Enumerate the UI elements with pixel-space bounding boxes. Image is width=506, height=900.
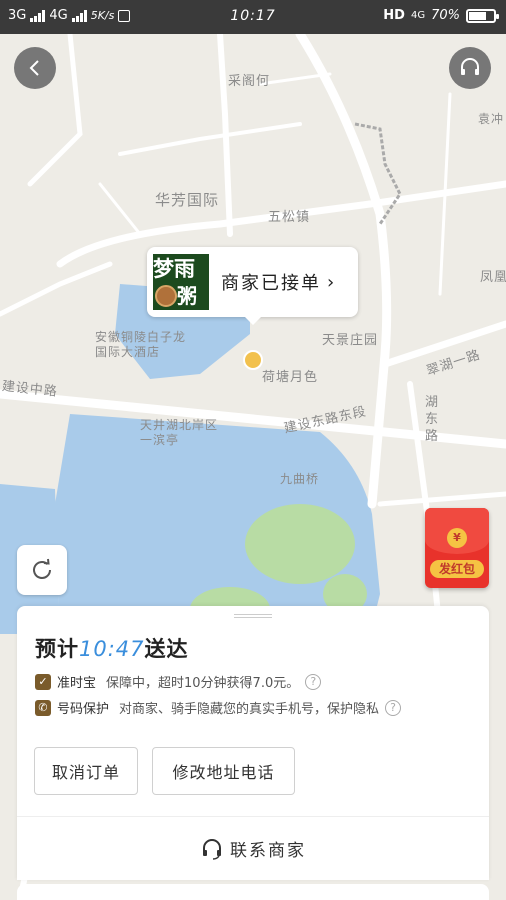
send-red-packet-button[interactable]: ¥ 发红包 bbox=[425, 508, 489, 588]
red-packet-label: 发红包 bbox=[430, 560, 484, 578]
map-label: 安徽铜陵白子龙国际大酒店 bbox=[95, 330, 187, 359]
map-label: 五松镇 bbox=[268, 210, 311, 225]
refresh-button[interactable] bbox=[17, 545, 67, 595]
map-label: 荷塘月色 bbox=[262, 370, 319, 385]
net-4g-label: 4G bbox=[410, 10, 426, 21]
order-status-card: 预计10:47送达 ✓ 准时宝 保障中，超时10分钟获得7.0元。 ? ✆ 号码… bbox=[17, 606, 489, 880]
guarantee-desc: 保障中，超时10分钟获得7.0元。 bbox=[106, 676, 300, 691]
guarantee-title: 准时宝 bbox=[57, 676, 97, 691]
eta-time: 10:47 bbox=[79, 637, 145, 661]
privacy-desc: 对商家、骑手隐藏您的真实手机号，保护隐私 bbox=[119, 702, 380, 717]
help-icon[interactable]: ? bbox=[305, 673, 322, 690]
chevron-right-icon: › bbox=[327, 271, 335, 293]
battery-percent: 70% bbox=[431, 8, 460, 23]
modify-address-phone-button[interactable]: 修改地址电话 bbox=[152, 747, 295, 795]
map-label: 华芳国际 bbox=[155, 191, 220, 209]
merchant-status-text: 商家已接单 bbox=[221, 273, 321, 294]
battery-icon bbox=[466, 8, 499, 23]
headset-icon bbox=[461, 58, 479, 75]
map-label: 天井湖北岸区一滨亭 bbox=[140, 418, 219, 447]
on-time-guarantee-row: ✓ 准时宝 保障中，超时10分钟获得7.0元。 ? bbox=[35, 672, 322, 691]
eta-prefix: 预计 bbox=[35, 637, 79, 661]
privacy-title: 号码保护 bbox=[57, 702, 110, 717]
cancel-order-button[interactable]: 取消订单 bbox=[34, 747, 138, 795]
map-label: 凤凰 bbox=[480, 270, 506, 285]
delivery-eta: 预计10:47送达 bbox=[35, 633, 189, 663]
bowl-icon bbox=[155, 285, 177, 307]
eta-suffix: 送达 bbox=[144, 637, 189, 661]
contact-merchant-button[interactable]: 联系商家 bbox=[17, 816, 489, 880]
phone-icon: ✆ bbox=[35, 699, 51, 716]
drag-handle[interactable] bbox=[234, 614, 272, 618]
merchant-status-bubble[interactable]: 梦雨 粥铺 商家已接单 › bbox=[147, 247, 358, 325]
chevron-left-icon bbox=[29, 60, 39, 76]
headset-icon bbox=[203, 838, 221, 860]
map-label: 采阁何 bbox=[228, 74, 271, 89]
contact-merchant-label: 联系商家 bbox=[230, 841, 306, 861]
next-card-edge bbox=[17, 884, 489, 900]
help-icon[interactable]: ? bbox=[385, 699, 402, 716]
merchant-logo: 梦雨 粥铺 bbox=[153, 254, 209, 310]
map-label: 九曲桥 bbox=[280, 472, 320, 486]
customer-service-button[interactable] bbox=[449, 47, 491, 89]
back-button[interactable] bbox=[14, 47, 56, 89]
map-label: 袁冲 bbox=[478, 112, 505, 126]
merchant-logo-text: 梦雨 bbox=[153, 257, 195, 281]
hd-label: HD bbox=[383, 8, 405, 23]
coin-icon: ¥ bbox=[447, 528, 467, 548]
status-bar: 3G 4G 5K/s 10:17 HD 4G 70% bbox=[0, 0, 506, 34]
map-label: 湖东路 bbox=[425, 395, 440, 444]
number-protection-row: ✆ 号码保护 对商家、骑手隐藏您的真实手机号，保护隐私 ? bbox=[35, 698, 402, 717]
shield-check-icon: ✓ bbox=[35, 673, 51, 690]
merchant-logo-text: 粥铺 bbox=[177, 284, 197, 308]
refresh-icon bbox=[33, 558, 51, 579]
map-label: 天景庄园 bbox=[322, 333, 379, 348]
